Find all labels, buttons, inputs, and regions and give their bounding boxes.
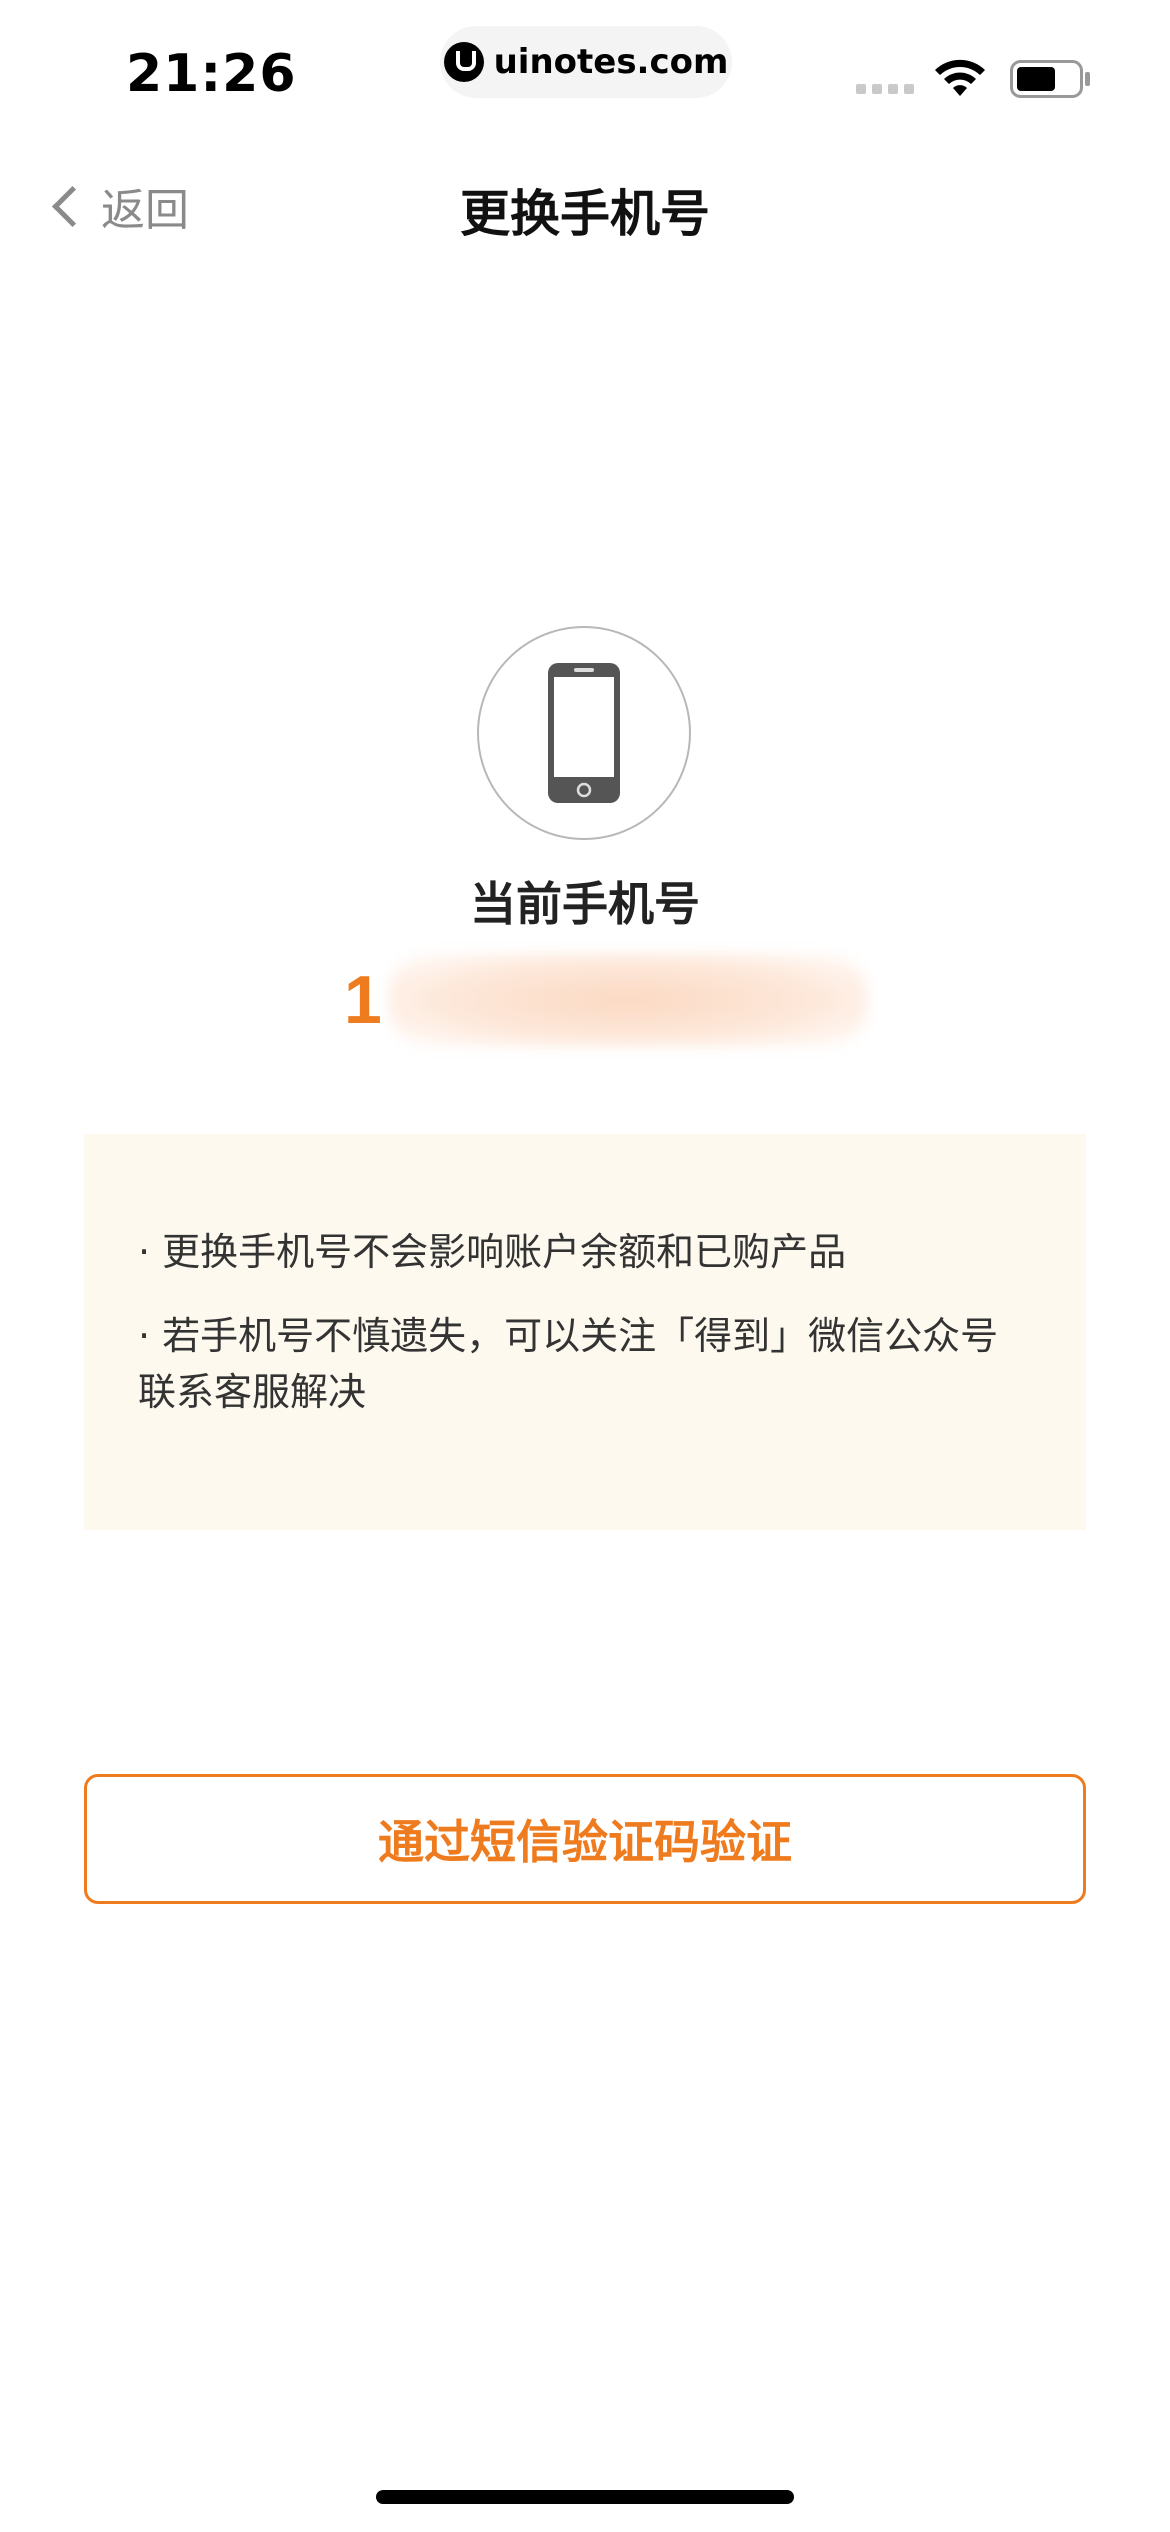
smartphone-icon (548, 663, 620, 803)
watermark-text: uinotes.com (493, 42, 729, 82)
tip-item: · 若手机号不慎遗失，可以关注「得到」微信公众号联系客服解决 (138, 1314, 999, 1414)
tips-box: · 更换手机号不会影响账户余额和已购产品 · 若手机号不慎遗失，可以关注「得到」… (84, 1134, 1086, 1530)
page-title: 更换手机号 (460, 185, 710, 243)
tip-item: · 更换手机号不会影响账户余额和已购产品 (138, 1230, 847, 1274)
home-indicator[interactable] (376, 2490, 794, 2504)
wifi-icon (935, 59, 985, 96)
battery-icon (1010, 60, 1090, 98)
phone-illustration (477, 626, 691, 840)
current-phone-number: 1 (344, 950, 868, 1050)
status-bar-time: 21:26 (126, 44, 297, 104)
phone-number-visible-digit: 1 (344, 962, 382, 1038)
cellular-signal-icon (856, 84, 914, 94)
phone-number-masked (387, 953, 868, 1047)
sms-verify-button[interactable]: 通过短信验证码验证 (84, 1774, 1086, 1904)
watermark-badge: uinotes.com (440, 26, 732, 98)
current-phone-label: 当前手机号 (470, 877, 700, 931)
uinotes-logo-icon (443, 42, 484, 82)
